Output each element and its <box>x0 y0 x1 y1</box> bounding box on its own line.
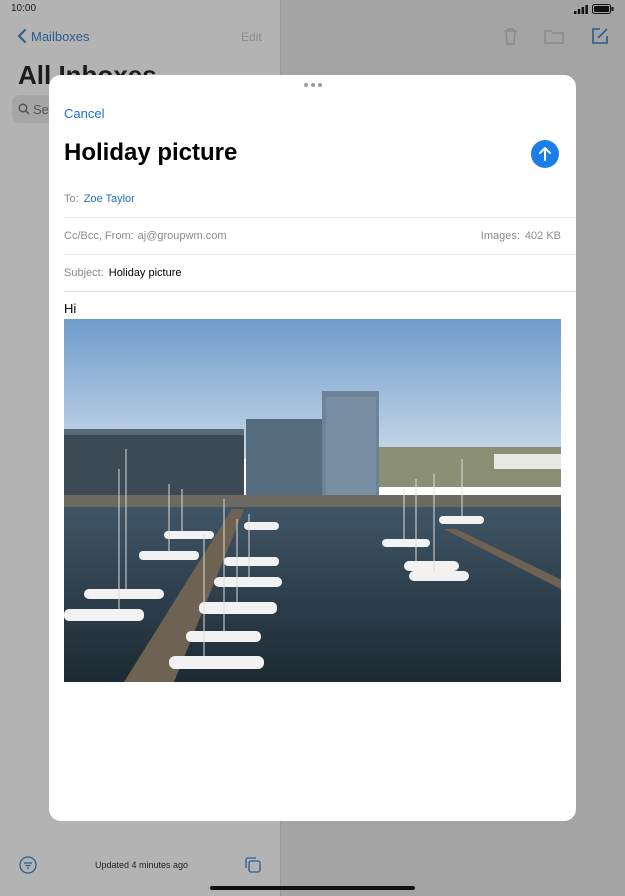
arrow-up-icon <box>539 147 551 161</box>
edit-button[interactable]: Edit <box>241 30 262 44</box>
chevron-left-icon <box>17 29 26 43</box>
send-button[interactable] <box>531 140 559 168</box>
to-label: To: <box>64 193 79 205</box>
from-address: aj@groupwm.com <box>137 230 227 242</box>
status-icons <box>574 4 614 14</box>
drafts-icon[interactable] <box>244 856 262 874</box>
trash-icon[interactable] <box>502 26 519 46</box>
ccbcc-label: Cc/Bcc, From: <box>64 230 134 242</box>
compose-sheet: Cancel Holiday picture To: Zoe Taylor Cc… <box>49 75 576 821</box>
images-label: Images: <box>480 230 520 242</box>
updated-status: Updated 4 minutes ago <box>95 860 189 870</box>
subject-field[interactable]: Subject: Holiday picture <box>64 255 576 292</box>
to-field[interactable]: To: Zoe Taylor <box>64 181 576 218</box>
back-label: Mailboxes <box>31 28 90 44</box>
search-icon <box>18 103 30 115</box>
compose-title: Holiday picture <box>64 139 238 166</box>
recipient-chip[interactable]: Zoe Taylor <box>84 193 135 205</box>
subject-label: Subject: <box>64 267 104 279</box>
home-indicator[interactable] <box>210 886 415 890</box>
mailboxes-back-button[interactable]: Mailboxes <box>17 28 90 44</box>
sheet-grabber[interactable] <box>304 83 322 87</box>
compose-icon[interactable] <box>591 27 609 45</box>
status-time: 10:00 <box>11 3 37 14</box>
subject-value: Holiday picture <box>108 267 182 279</box>
signal-icon <box>574 4 588 14</box>
search-placeholder: Se <box>33 101 49 117</box>
images-size: 402 KB <box>524 230 561 242</box>
message-body[interactable]: Hi <box>64 301 76 316</box>
cancel-button[interactable]: Cancel <box>64 106 104 121</box>
image-size-selector[interactable]: Images: 402 KB <box>481 230 561 242</box>
folder-icon[interactable] <box>544 28 564 44</box>
battery-icon <box>592 4 614 14</box>
ccbcc-from-field[interactable]: Cc/Bcc, From: aj@groupwm.com Images: 402 … <box>64 218 576 255</box>
filter-icon[interactable] <box>19 856 37 874</box>
attached-photo[interactable] <box>64 319 561 682</box>
